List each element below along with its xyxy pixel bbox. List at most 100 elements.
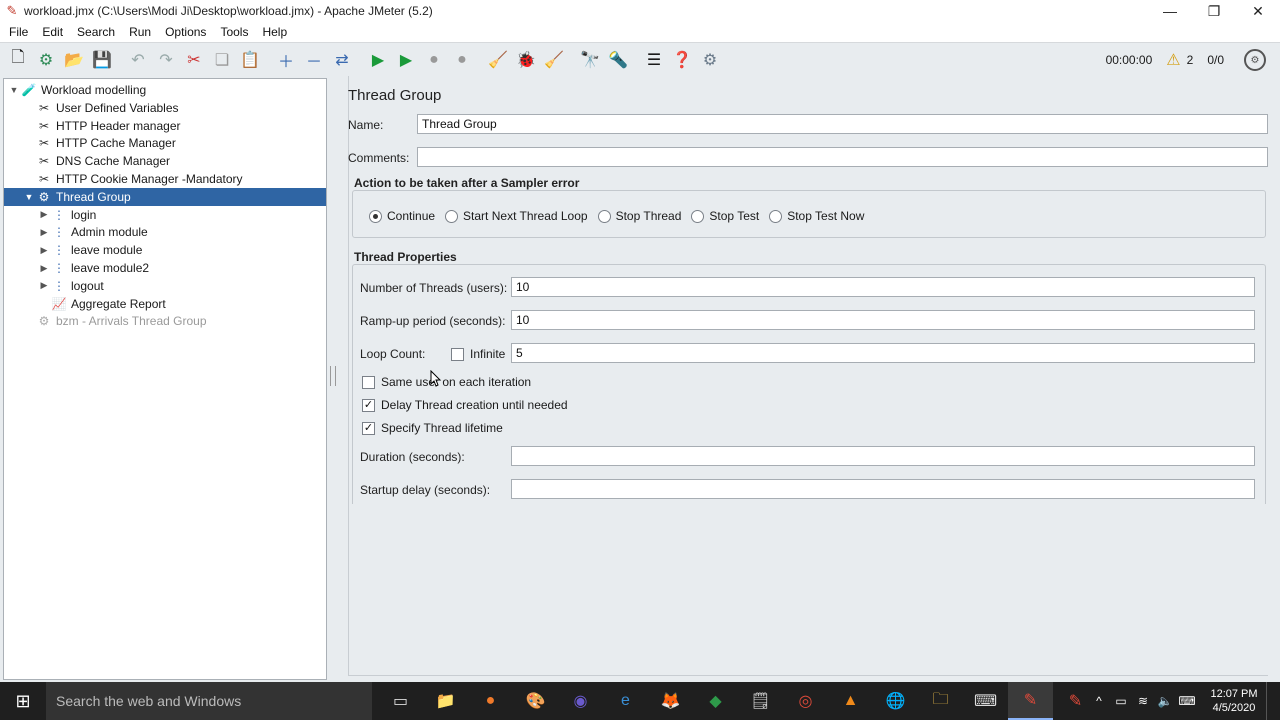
edge-icon[interactable]: e: [603, 682, 648, 720]
start-icon[interactable]: ▶: [364, 46, 392, 74]
expand-toggle-icon[interactable]: ▶: [38, 209, 50, 220]
app-globe-icon[interactable]: 🌐: [873, 682, 918, 720]
clear-icon[interactable]: 🧹: [484, 46, 512, 74]
windows-start-icon[interactable]: ⊞: [0, 682, 46, 720]
tree-node[interactable]: ▼ ⚙ Thread Group: [4, 187, 326, 206]
menu-options[interactable]: Options: [162, 24, 209, 40]
reset-search-icon[interactable]: 🔦: [604, 46, 632, 74]
new-icon[interactable]: 🗋: [4, 46, 32, 74]
task-view-icon[interactable]: ▭: [378, 682, 423, 720]
keyboard-icon[interactable]: ⌨: [1176, 694, 1198, 708]
start-no-pause-icon[interactable]: ▶: [392, 46, 420, 74]
tree-node[interactable]: 📈 Aggregate Report: [38, 295, 166, 313]
expand-toggle-icon[interactable]: ▶: [38, 263, 50, 274]
app-green-icon[interactable]: ◆: [693, 682, 738, 720]
help-icon[interactable]: ❓: [668, 46, 696, 74]
open-icon[interactable]: 📂: [60, 46, 88, 74]
chrome-icon[interactable]: ◎: [783, 682, 828, 720]
save-icon[interactable]: 💾: [88, 46, 116, 74]
radio-stop-thread[interactable]: Stop Thread: [597, 209, 681, 223]
tree-node[interactable]: ✂ DNS Cache Manager: [23, 152, 170, 170]
menu-edit[interactable]: Edit: [39, 24, 66, 40]
minimize-button[interactable]: —: [1148, 0, 1192, 22]
tree-node[interactable]: ▼ 🧪 Workload modelling: [8, 81, 147, 99]
sampler-error-options: Continue Start Next Thread Loop Stop Thr…: [369, 209, 874, 223]
vlc-icon[interactable]: ▲: [828, 682, 873, 720]
radio-start-next-thread-loop[interactable]: Start Next Thread Loop: [445, 209, 588, 223]
app-eclipse-icon[interactable]: ◉: [558, 682, 603, 720]
tree-node[interactable]: ✂ HTTP Cache Manager: [23, 134, 176, 152]
tree-node[interactable]: ⚙ bzm - Arrivals Thread Group: [23, 312, 207, 330]
app-orange-icon[interactable]: ●: [468, 682, 513, 720]
show-desktop-button[interactable]: [1266, 682, 1280, 720]
tree-node[interactable]: ✂ HTTP Cookie Manager -Mandatory: [23, 170, 243, 188]
copy-icon[interactable]: ❏: [208, 46, 236, 74]
function-helper-icon[interactable]: ☰: [640, 46, 668, 74]
tree-node[interactable]: ▶ ⋮ leave module: [38, 241, 143, 259]
taskbar-search-box[interactable]: Search the web and Windows: [46, 682, 372, 720]
tree-node[interactable]: ▶ ⋮ Admin module: [38, 223, 148, 241]
paste-icon[interactable]: 📋: [236, 46, 264, 74]
warning-indicator[interactable]: ⚠ 2: [1166, 50, 1193, 70]
shutdown-icon[interactable]: ●: [448, 46, 476, 74]
menu-tools[interactable]: Tools: [217, 24, 251, 40]
menu-help[interactable]: Help: [259, 24, 290, 40]
radio-stop-test-now[interactable]: Stop Test Now: [769, 209, 864, 223]
name-field[interactable]: Thread Group: [417, 114, 1268, 134]
threads-field[interactable]: 10: [511, 277, 1255, 297]
app-paint-icon[interactable]: 🎨: [513, 682, 558, 720]
tree-node[interactable]: ✂ User Defined Variables: [23, 99, 179, 117]
tray-chevron-icon[interactable]: ^: [1088, 694, 1110, 708]
infinite-checkbox[interactable]: Infinite: [451, 347, 505, 361]
app-notepad-icon[interactable]: 🗒: [738, 682, 783, 720]
delay-thread-checkbox[interactable]: ✓ Delay Thread creation until needed: [362, 398, 568, 412]
expand-toggle-icon[interactable]: ▶: [38, 280, 50, 291]
remote-icon[interactable]: ⚙: [696, 46, 724, 74]
expand-toggle-icon[interactable]: ▶: [38, 245, 50, 256]
firefox-icon[interactable]: 🦊: [648, 682, 693, 720]
collapse-toggle-icon[interactable]: ▼: [23, 192, 35, 202]
main-area: ▼ 🧪 Workload modelling ✂ User Defined Variab…: [0, 76, 1280, 682]
tree-node[interactable]: ▶ ⋮ login: [38, 206, 97, 224]
stop-icon[interactable]: ●: [420, 46, 448, 74]
thread-lifetime-checkbox[interactable]: ✓ Specify Thread lifetime: [362, 421, 503, 435]
menu-file[interactable]: File: [6, 24, 31, 40]
cut-icon[interactable]: ✂: [180, 46, 208, 74]
undo-icon[interactable]: ↶: [124, 46, 152, 74]
menu-run[interactable]: Run: [126, 24, 154, 40]
file-explorer-icon[interactable]: 📁: [423, 682, 468, 720]
close-button[interactable]: ✕: [1236, 0, 1280, 22]
toggle-icon[interactable]: ⇄: [328, 46, 356, 74]
collapse-icon[interactable]: －: [300, 46, 328, 74]
volume-icon[interactable]: 🔈: [1154, 694, 1176, 708]
radio-stop-test[interactable]: Stop Test: [691, 209, 759, 223]
startup-delay-field[interactable]: [511, 479, 1255, 499]
redo-icon[interactable]: ↷: [152, 46, 180, 74]
clear-broom-icon[interactable]: 🧹: [540, 46, 568, 74]
search-icon[interactable]: 🔭: [576, 46, 604, 74]
duration-field[interactable]: [511, 446, 1255, 466]
wifi-icon[interactable]: ≋: [1132, 694, 1154, 708]
expand-toggle-icon[interactable]: ▶: [38, 227, 50, 238]
tree-node[interactable]: ▶ ⋮ logout: [38, 277, 104, 295]
cmd-icon[interactable]: ⌨: [963, 682, 1008, 720]
tray-device-icon[interactable]: ▭: [1110, 694, 1132, 708]
tree-node-label: HTTP Cache Manager: [56, 136, 176, 151]
clear-all-icon[interactable]: 🐞: [512, 46, 540, 74]
taskbar-clock[interactable]: 12:07 PM 4/5/2020: [1202, 687, 1266, 715]
tree-node[interactable]: ▶ ⋮ leave module2: [38, 259, 150, 277]
tree-node[interactable]: ✂ HTTP Header manager: [23, 117, 181, 135]
radio-continue[interactable]: Continue: [369, 209, 435, 223]
templates-icon[interactable]: ⚙: [32, 46, 60, 74]
collapse-toggle-icon[interactable]: ▼: [8, 85, 20, 95]
comments-field[interactable]: [417, 147, 1268, 167]
rampup-field[interactable]: 10: [511, 310, 1255, 330]
restore-button[interactable]: ❐: [1192, 0, 1236, 22]
splitter-handle[interactable]: [330, 366, 336, 386]
jmeter-taskbar-icon[interactable]: ✎: [1008, 682, 1053, 720]
menu-search[interactable]: Search: [74, 24, 118, 40]
same-user-checkbox[interactable]: Same user on each iteration: [362, 375, 531, 389]
app-folder-icon[interactable]: 🗀: [918, 682, 963, 720]
loop-count-field[interactable]: 5: [511, 343, 1255, 363]
expand-icon[interactable]: ＋: [272, 46, 300, 74]
